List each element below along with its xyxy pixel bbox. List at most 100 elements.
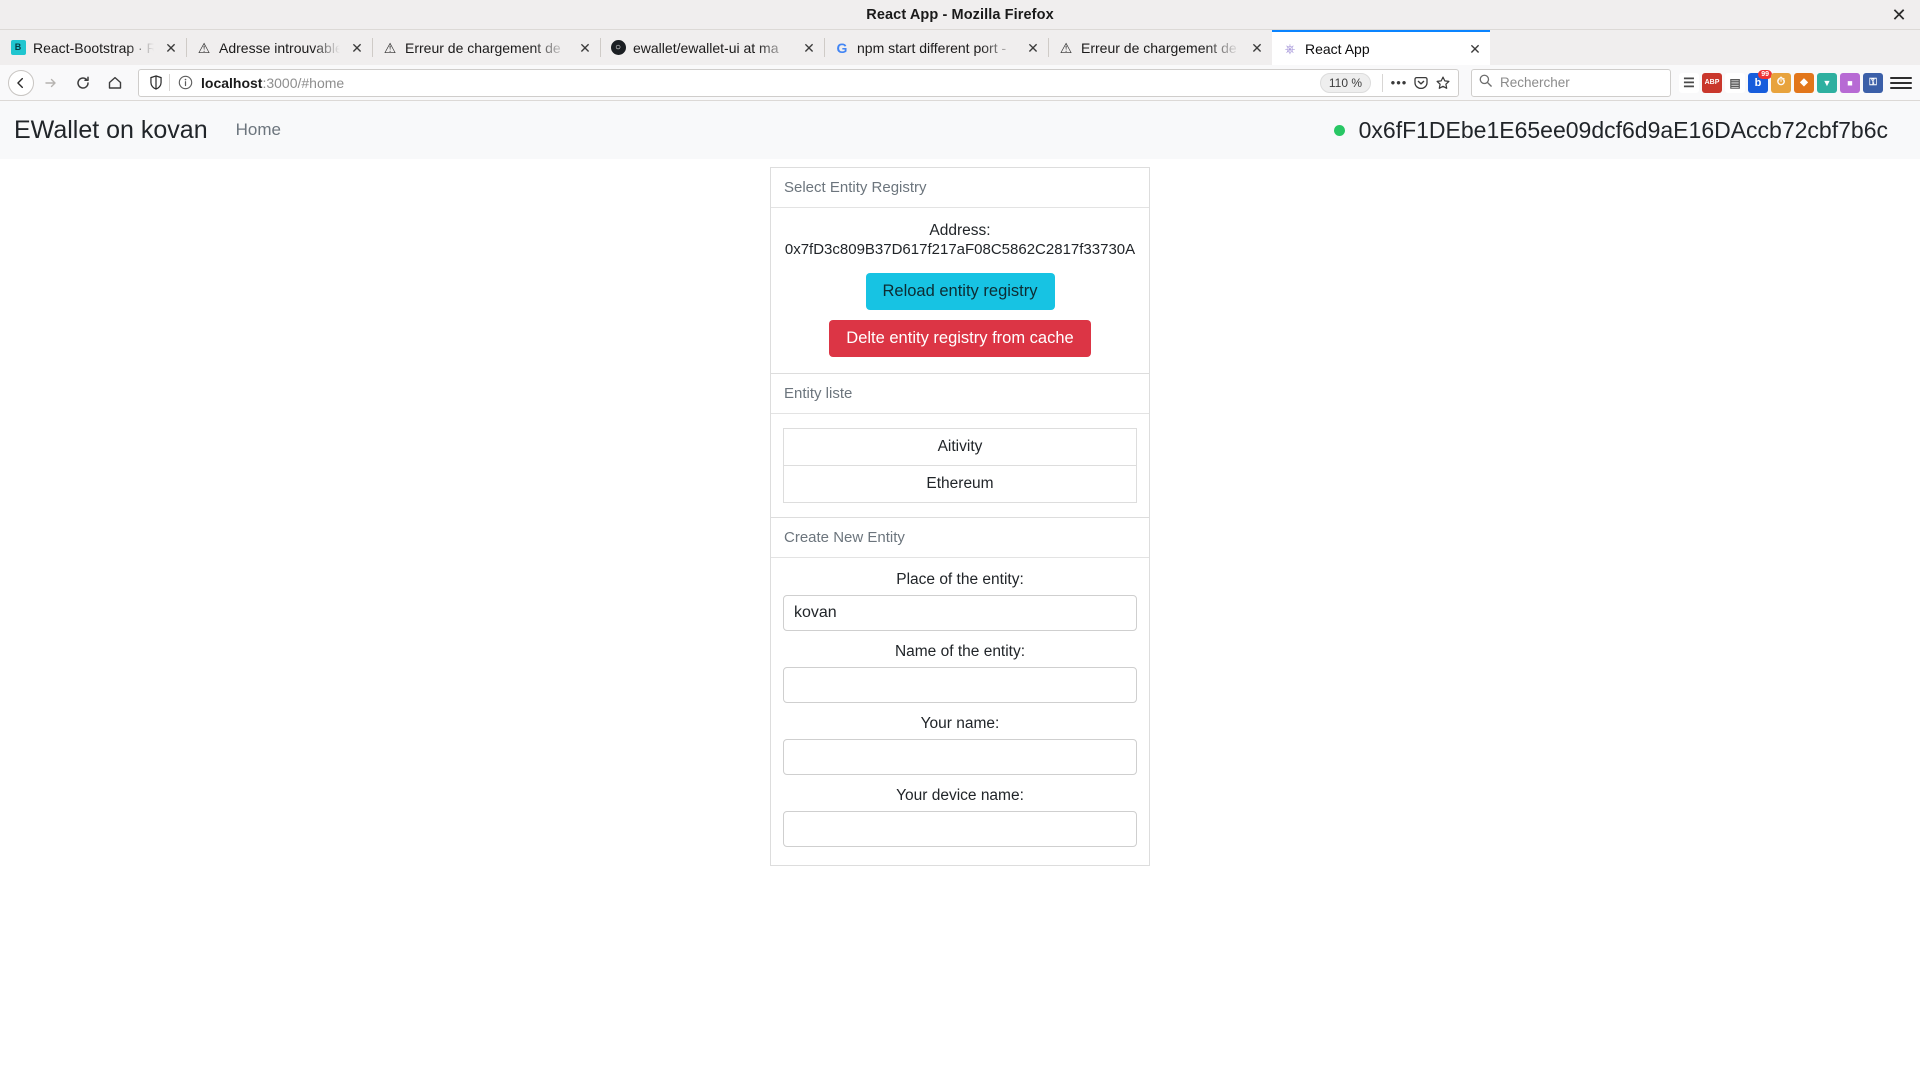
reload-entity-registry-button[interactable]: Reload entity registry — [865, 272, 1055, 310]
form-group-name: Name of the entity: — [783, 643, 1137, 703]
label-place-of-entity: Place of the entity: — [896, 570, 1024, 588]
warning-favicon: ⚠ — [383, 39, 397, 56]
card-header: Create New Entity — [771, 517, 1149, 558]
info-icon[interactable] — [176, 74, 194, 92]
tab-title: npm start different port - — [857, 39, 1007, 56]
tab-title: ewallet/ewallet-ui at ma — [633, 39, 779, 56]
react-favicon: ⎈ — [1284, 41, 1296, 56]
more-actions-icon[interactable]: ••• — [1388, 72, 1410, 94]
warning-favicon: ⚠ — [197, 39, 211, 56]
shield-icon[interactable] — [145, 72, 167, 94]
input-place-of-entity[interactable] — [783, 594, 1137, 631]
window-titlebar: React App - Mozilla Firefox ✕ — [0, 0, 1920, 30]
browser-window: React App - Mozilla Firefox ✕ B React-Bo… — [0, 0, 1920, 1080]
url-bar[interactable]: localhost:3000/#home 110 % ••• — [138, 68, 1459, 97]
list-item[interactable]: Ethereum — [783, 465, 1137, 503]
home-button[interactable] — [100, 69, 130, 97]
input-your-name[interactable] — [783, 738, 1137, 775]
web-content: EWallet on kovan Home 0x6fF1DEbe1E65ee09… — [0, 101, 1920, 1080]
card-select-entity-registry: Select Entity Registry Address: 0x7fD3c8… — [770, 167, 1150, 374]
card-header: Select Entity Registry — [771, 168, 1149, 208]
react-bootstrap-favicon: B — [10, 40, 26, 56]
notification-badge: 99 — [1758, 69, 1772, 79]
zoom-level-indicator[interactable]: 110 % — [1319, 72, 1371, 93]
card-create-new-entity: Create New Entity Place of the entity: N… — [770, 517, 1150, 866]
nav-link-home[interactable]: Home — [236, 120, 281, 140]
registry-address-value: 0x7fD3c809B37D617f217aF08C5862C2817f3373… — [784, 241, 1136, 258]
card-header: Entity liste — [771, 373, 1149, 414]
tab-title: Adresse introuvable — [219, 39, 340, 56]
url-separator — [169, 74, 170, 91]
forward-button[interactable] — [36, 69, 66, 97]
tab-close-button[interactable]: ✕ — [576, 39, 594, 57]
tab-strip: B React-Bootstrap · React- ✕ ⚠ Adresse i… — [0, 30, 1920, 65]
extension-tray: ☰ ABP ▤ b 99 ⏱ ◆ ▼ ■ ⚿ — [1679, 69, 1912, 94]
metamask-icon[interactable]: ◆ — [1794, 72, 1814, 93]
reload-icon — [77, 75, 89, 89]
url-host: localhost — [201, 74, 263, 91]
warning-favicon: ⚠ — [1059, 39, 1073, 56]
tab-close-button[interactable]: ✕ — [800, 39, 818, 57]
connection-status-dot — [1333, 124, 1345, 136]
reload-button[interactable] — [68, 69, 98, 97]
input-your-device-name[interactable] — [783, 810, 1137, 847]
form-group-your-name: Your name: — [783, 715, 1137, 775]
google-favicon: G — [836, 39, 848, 56]
browser-tab[interactable]: B React-Bootstrap · React- ✕ — [0, 30, 186, 65]
pocket-ext-icon[interactable]: ▼ — [1817, 72, 1837, 93]
back-button[interactable] — [8, 69, 34, 96]
tab-close-button[interactable]: ✕ — [1248, 39, 1266, 57]
browser-tab[interactable]: ⚠ Adresse introuvable ✕ — [186, 30, 372, 65]
browser-tab-active[interactable]: ⎈ React App ✕ — [1272, 30, 1490, 65]
window-close-button[interactable]: ✕ — [1888, 4, 1910, 26]
tab-close-button[interactable]: ✕ — [1024, 39, 1042, 57]
bitwarden-icon[interactable]: b 99 — [1748, 69, 1772, 93]
list-item[interactable]: Aitivity — [783, 427, 1137, 466]
create-entity-form: Place of the entity: Name of the entity:… — [771, 558, 1149, 865]
browser-tab[interactable]: ○ ewallet/ewallet-ui at ma ✕ — [600, 30, 824, 65]
library-icon[interactable]: ☰ — [1679, 72, 1699, 93]
form-group-place: Place of the entity: — [783, 571, 1137, 631]
tab-close-button[interactable]: ✕ — [162, 39, 180, 57]
window-title: React App - Mozilla Firefox — [866, 6, 1054, 23]
tab-close-button[interactable]: ✕ — [348, 39, 366, 57]
label-your-name: Your name: — [920, 714, 1000, 732]
github-favicon: ○ — [610, 40, 626, 56]
wallet-address[interactable]: 0x6fF1DEbe1E65ee09dcf6d9aE16DAccb72cbf7b… — [1359, 117, 1888, 144]
card-entity-list: Entity liste Aitivity Ethereum — [770, 373, 1150, 518]
app-navbar: EWallet on kovan Home 0x6fF1DEbe1E65ee09… — [0, 101, 1920, 159]
url-path: :3000/#home — [262, 74, 345, 91]
browser-tab[interactable]: ⚠ Erreur de chargement de ✕ — [372, 30, 600, 65]
tab-title: React App — [1305, 40, 1370, 57]
delete-entity-registry-button[interactable]: Delte entity registry from cache — [829, 319, 1091, 357]
clock-icon[interactable]: ⏱ — [1771, 72, 1791, 93]
search-bar[interactable]: Rechercher — [1471, 68, 1671, 97]
tab-close-button[interactable]: ✕ — [1466, 40, 1484, 58]
address-label: Address: — [929, 222, 991, 239]
form-group-device-name: Your device name: — [783, 787, 1137, 847]
wallet-indicator: 0x6fF1DEbe1E65ee09dcf6d9aE16DAccb72cbf7b… — [1333, 117, 1906, 144]
card-column: Select Entity Registry Address: 0x7fD3c8… — [770, 167, 1150, 866]
reader-icon[interactable]: ▤ — [1725, 72, 1745, 93]
keepass-icon[interactable]: ⚿ — [1863, 72, 1883, 93]
tab-title: Erreur de chargement de — [405, 39, 561, 56]
navigation-toolbar: localhost:3000/#home 110 % ••• Recherche… — [0, 65, 1920, 101]
colorzilla-icon[interactable]: ■ — [1840, 72, 1860, 93]
adblock-icon[interactable]: ABP — [1702, 72, 1722, 93]
input-name-of-entity[interactable] — [783, 666, 1137, 703]
search-placeholder: Rechercher — [1500, 75, 1570, 90]
browser-tab[interactable]: ⚠ Erreur de chargement de ✕ — [1048, 30, 1272, 65]
tab-title: Erreur de chargement de — [1081, 39, 1237, 56]
label-name-of-entity: Name of the entity: — [894, 642, 1026, 660]
card-body: Address: 0x7fD3c809B37D617f217aF08C5862C… — [771, 208, 1149, 373]
arrow-left-icon — [17, 77, 24, 88]
url-text[interactable]: localhost:3000/#home — [201, 75, 1320, 91]
menu-icon[interactable] — [1890, 72, 1912, 94]
arrow-right-icon — [45, 78, 56, 87]
browser-tab[interactable]: G npm start different port - ✕ — [824, 30, 1048, 65]
toolbar-divider — [1382, 73, 1383, 92]
pocket-icon[interactable] — [1410, 72, 1432, 94]
main-content: Select Entity Registry Address: 0x7fD3c8… — [0, 159, 1920, 866]
app-brand[interactable]: EWallet on kovan — [14, 116, 208, 145]
bookmark-star-icon[interactable] — [1432, 72, 1454, 94]
